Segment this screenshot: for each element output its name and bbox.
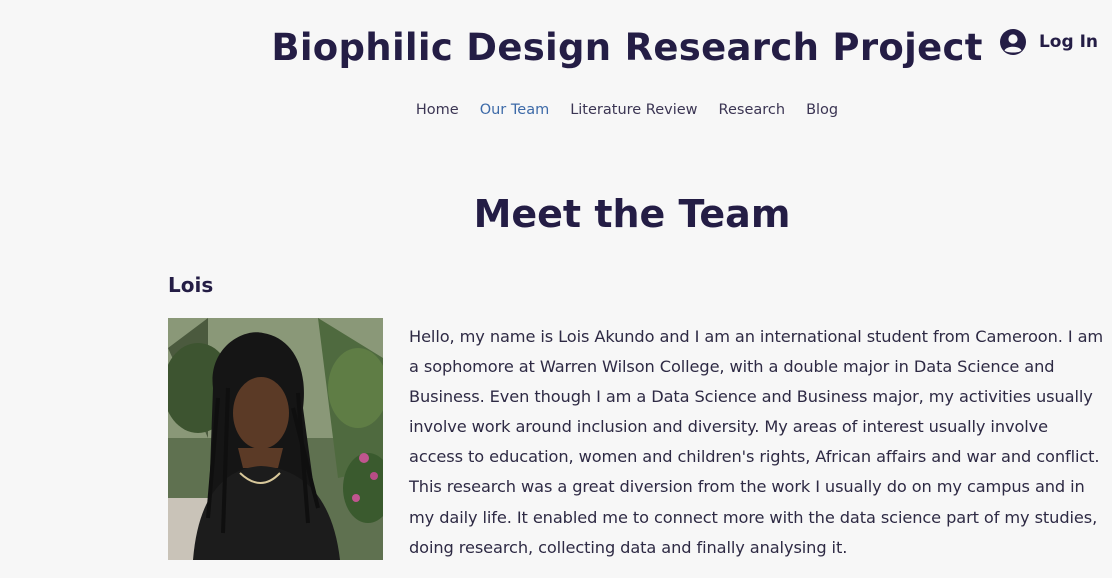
nav-home[interactable]: Home	[416, 102, 459, 118]
login-button[interactable]: Log In	[999, 28, 1098, 56]
main-nav: Home Our Team Literature Review Research…	[0, 102, 1112, 118]
nav-research[interactable]: Research	[719, 102, 786, 118]
page: Biophilic Design Research Project Log In…	[0, 0, 1112, 578]
member-photo	[168, 318, 383, 560]
nav-literature-review[interactable]: Literature Review	[570, 102, 697, 118]
login-label: Log In	[1038, 32, 1098, 52]
member-name: Lois	[168, 273, 214, 297]
nav-our-team[interactable]: Our Team	[480, 102, 550, 118]
section-title: Meet the Team	[473, 192, 791, 236]
site-title[interactable]: Biophilic Design Research Project	[0, 26, 1112, 69]
nav-blog[interactable]: Blog	[806, 102, 838, 118]
member-bio: Hello, my name is Lois Akundo and I am a…	[409, 327, 1104, 557]
account-circle-icon	[999, 29, 1026, 55]
